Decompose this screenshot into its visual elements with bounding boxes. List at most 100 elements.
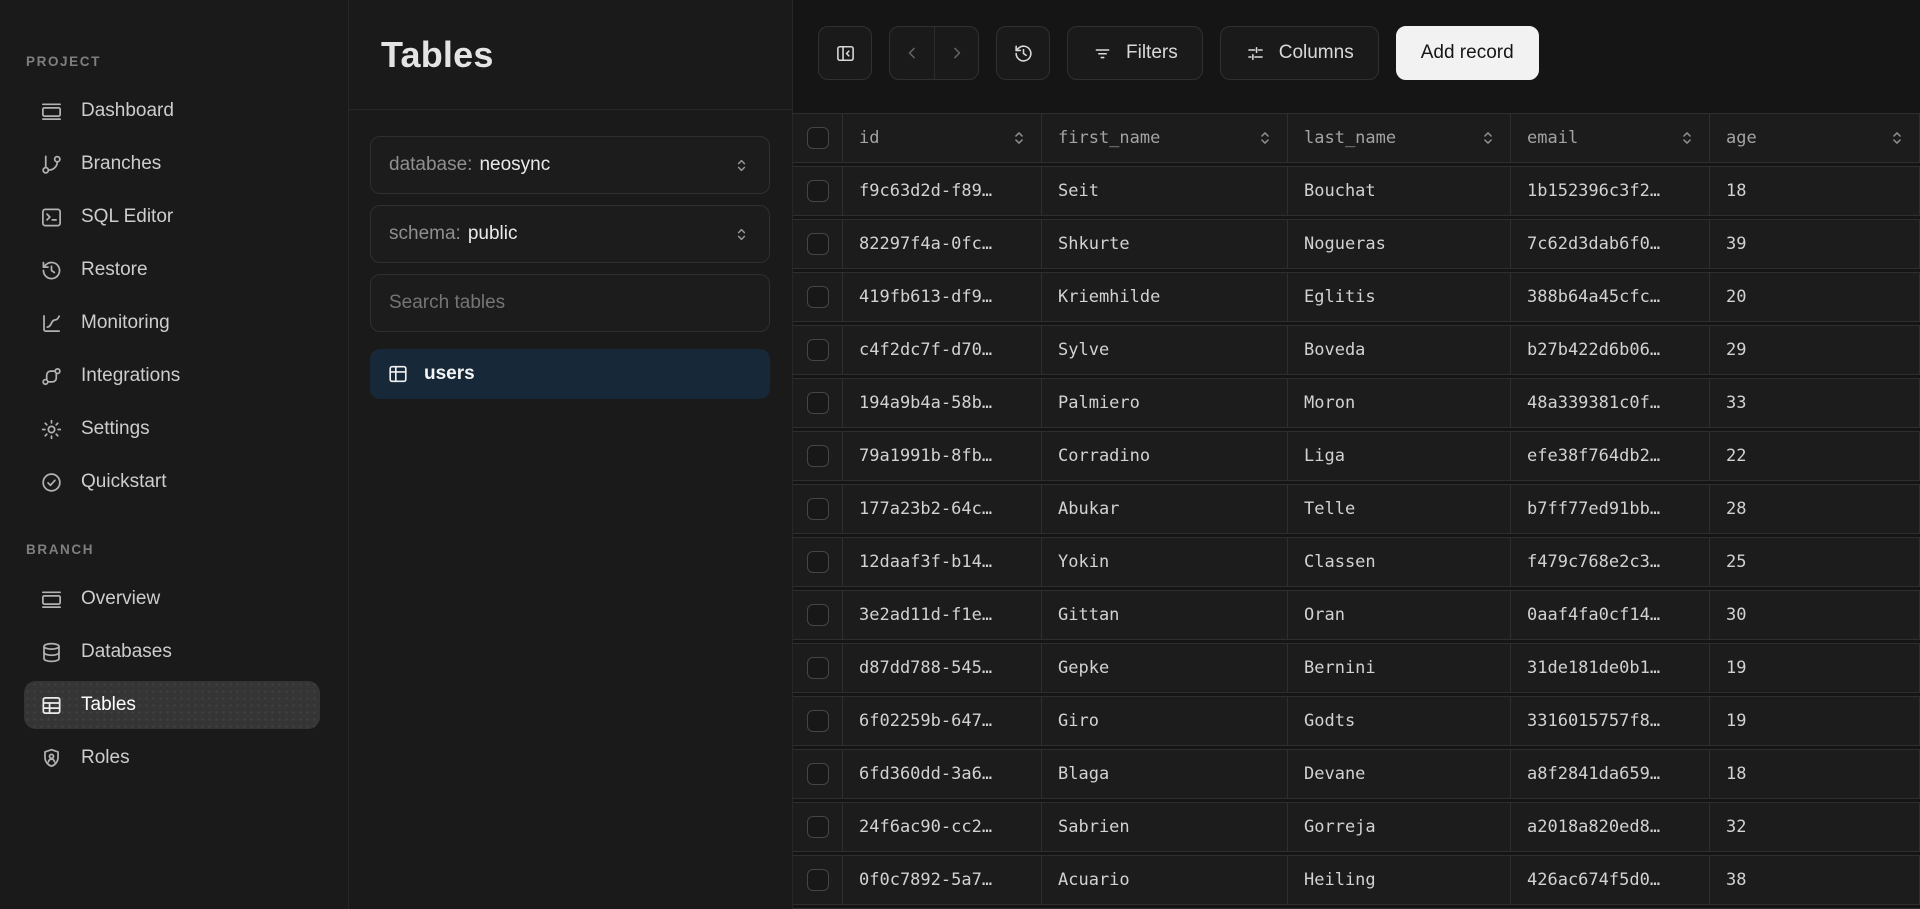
select-all-checkbox[interactable] [806, 127, 829, 149]
cell-first-name[interactable]: Corradino [1042, 432, 1288, 480]
cell-age[interactable]: 39 [1710, 220, 1920, 268]
row-checkbox[interactable] [806, 445, 829, 467]
cell-email[interactable]: a8f2841da659… [1511, 750, 1710, 798]
add-record-button[interactable]: Add record [1395, 26, 1539, 80]
row-checkbox[interactable] [806, 657, 829, 679]
cell-age[interactable]: 25 [1710, 538, 1920, 586]
cell-last-name[interactable]: Liga [1288, 432, 1511, 480]
cell-age[interactable]: 38 [1710, 856, 1920, 904]
schema-select[interactable]: schema: public [370, 205, 770, 263]
cell-age[interactable]: 29 [1710, 326, 1920, 374]
row-checkbox[interactable] [806, 869, 829, 891]
cell-last-name[interactable]: Eglitis [1288, 273, 1511, 321]
row-checkbox[interactable] [806, 392, 829, 414]
sidebar-item-roles[interactable]: Roles [24, 734, 320, 782]
column-header-first-name[interactable]: first_name [1042, 114, 1288, 162]
cell-age[interactable]: 22 [1710, 432, 1920, 480]
cell-last-name[interactable]: Bouchat [1288, 167, 1511, 215]
cell-first-name[interactable]: Kriemhilde [1042, 273, 1288, 321]
cell-last-name[interactable]: Classen [1288, 538, 1511, 586]
sidebar-item-branches[interactable]: Branches [24, 140, 320, 188]
cell-email[interactable]: 7c62d3dab6f0… [1511, 220, 1710, 268]
cell-email[interactable]: 3316015757f8… [1511, 697, 1710, 745]
cell-email[interactable]: b7ff77ed91bb… [1511, 485, 1710, 533]
cell-id[interactable]: 6fd360dd-3a6… [843, 750, 1042, 798]
sidebar-item-integrations[interactable]: Integrations [24, 352, 320, 400]
columns-button[interactable]: Columns [1219, 26, 1379, 80]
sidebar-item-tables[interactable]: Tables [24, 681, 320, 729]
table-list-item-users[interactable]: users [370, 349, 770, 399]
cell-age[interactable]: 32 [1710, 803, 1920, 851]
next-page-button[interactable] [934, 27, 978, 79]
row-checkbox[interactable] [806, 233, 829, 255]
cell-last-name[interactable]: Telle [1288, 485, 1511, 533]
cell-id[interactable]: 6f02259b-647… [843, 697, 1042, 745]
cell-last-name[interactable]: Gorreja [1288, 803, 1511, 851]
cell-last-name[interactable]: Boveda [1288, 326, 1511, 374]
cell-id[interactable]: f9c63d2d-f89… [843, 167, 1042, 215]
cell-first-name[interactable]: Acuario [1042, 856, 1288, 904]
sidebar-item-dashboard[interactable]: Dashboard [24, 87, 320, 135]
history-button[interactable] [996, 26, 1050, 80]
cell-last-name[interactable]: Bernini [1288, 644, 1511, 692]
cell-id[interactable]: 3e2ad11d-f1e… [843, 591, 1042, 639]
cell-email[interactable]: 388b64a45cfc… [1511, 273, 1710, 321]
row-checkbox[interactable] [806, 339, 829, 361]
column-header-age[interactable]: age [1710, 114, 1920, 162]
cell-last-name[interactable]: Nogueras [1288, 220, 1511, 268]
collapse-panel-button[interactable] [818, 26, 872, 80]
cell-first-name[interactable]: Giro [1042, 697, 1288, 745]
sort-icon[interactable] [1478, 128, 1498, 148]
cell-age[interactable]: 18 [1710, 167, 1920, 215]
row-checkbox[interactable] [806, 498, 829, 520]
previous-page-button[interactable] [890, 27, 934, 79]
cell-first-name[interactable]: Shkurte [1042, 220, 1288, 268]
cell-email[interactable]: b27b422d6b06… [1511, 326, 1710, 374]
row-checkbox[interactable] [806, 180, 829, 202]
row-checkbox[interactable] [806, 604, 829, 626]
cell-age[interactable]: 33 [1710, 379, 1920, 427]
row-checkbox[interactable] [806, 763, 829, 785]
cell-first-name[interactable]: Sylve [1042, 326, 1288, 374]
cell-id[interactable]: c4f2dc7f-d70… [843, 326, 1042, 374]
cell-age[interactable]: 28 [1710, 485, 1920, 533]
cell-id[interactable]: 79a1991b-8fb… [843, 432, 1042, 480]
cell-first-name[interactable]: Gepke [1042, 644, 1288, 692]
sidebar-item-overview[interactable]: Overview [24, 575, 320, 623]
row-checkbox[interactable] [806, 551, 829, 573]
cell-first-name[interactable]: Yokin [1042, 538, 1288, 586]
cell-id[interactable]: d87dd788-545… [843, 644, 1042, 692]
cell-age[interactable]: 19 [1710, 644, 1920, 692]
sidebar-item-quickstart[interactable]: Quickstart [24, 458, 320, 506]
cell-last-name[interactable]: Moron [1288, 379, 1511, 427]
sidebar-item-databases[interactable]: Databases [24, 628, 320, 676]
search-tables-input[interactable] [389, 292, 751, 314]
cell-id[interactable]: 194a9b4a-58b… [843, 379, 1042, 427]
cell-first-name[interactable]: Abukar [1042, 485, 1288, 533]
cell-age[interactable]: 18 [1710, 750, 1920, 798]
cell-first-name[interactable]: Seit [1042, 167, 1288, 215]
cell-id[interactable]: 0f0c7892-5a7… [843, 856, 1042, 904]
cell-email[interactable]: efe38f764db2… [1511, 432, 1710, 480]
sort-icon[interactable] [1255, 128, 1275, 148]
cell-email[interactable]: a2018a820ed8… [1511, 803, 1710, 851]
sidebar-item-monitoring[interactable]: Monitoring [24, 299, 320, 347]
cell-email[interactable]: 1b152396c3f2… [1511, 167, 1710, 215]
cell-email[interactable]: 48a339381c0f… [1511, 379, 1710, 427]
sort-icon[interactable] [1677, 128, 1697, 148]
row-checkbox[interactable] [806, 286, 829, 308]
cell-age[interactable]: 19 [1710, 697, 1920, 745]
cell-last-name[interactable]: Godts [1288, 697, 1511, 745]
column-header-email[interactable]: email [1511, 114, 1710, 162]
cell-last-name[interactable]: Heiling [1288, 856, 1511, 904]
cell-email[interactable]: f479c768e2c3… [1511, 538, 1710, 586]
cell-first-name[interactable]: Gittan [1042, 591, 1288, 639]
column-header-last-name[interactable]: last_name [1288, 114, 1511, 162]
database-select[interactable]: database: neosync [370, 136, 770, 194]
cell-id[interactable]: 24f6ac90-cc2… [843, 803, 1042, 851]
row-checkbox[interactable] [806, 710, 829, 732]
cell-last-name[interactable]: Devane [1288, 750, 1511, 798]
cell-email[interactable]: 426ac674f5d0… [1511, 856, 1710, 904]
cell-first-name[interactable]: Palmiero [1042, 379, 1288, 427]
cell-id[interactable]: 82297f4a-0fc… [843, 220, 1042, 268]
